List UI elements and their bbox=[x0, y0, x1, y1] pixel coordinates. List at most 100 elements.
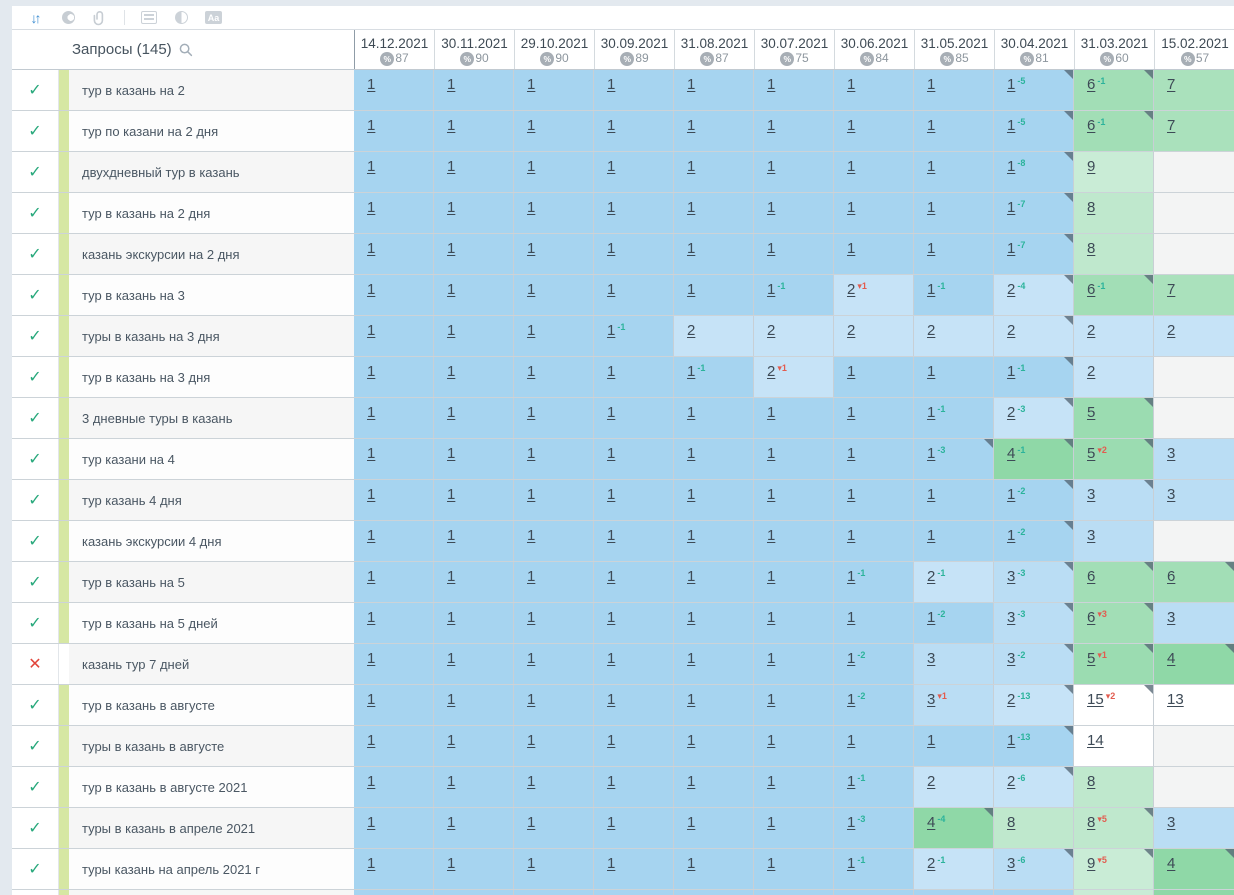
position-value[interactable]: 1 bbox=[687, 445, 695, 462]
position-cell[interactable]: 1 bbox=[514, 767, 594, 807]
position-value[interactable]: 4 bbox=[1167, 855, 1175, 872]
position-cell[interactable]: 1 bbox=[674, 275, 754, 315]
position-value[interactable]: 1 bbox=[527, 76, 535, 93]
position-cell[interactable]: 1 bbox=[354, 152, 434, 192]
position-value[interactable]: 1 bbox=[447, 199, 455, 216]
position-cell[interactable]: 3 bbox=[1154, 480, 1234, 520]
position-cell[interactable]: 1 bbox=[434, 439, 514, 479]
position-cell[interactable]: 2 bbox=[1074, 316, 1154, 356]
position-value[interactable]: 1 bbox=[527, 773, 535, 790]
query-label[interactable]: 3 дневные туры в казань bbox=[82, 411, 232, 426]
position-cell[interactable]: 1 bbox=[674, 234, 754, 274]
position-cell[interactable]: 1 bbox=[754, 152, 834, 192]
position-cell[interactable]: 1-2 bbox=[834, 685, 914, 725]
position-value[interactable]: 2 bbox=[927, 773, 935, 790]
position-cell[interactable]: 1-2 bbox=[834, 644, 914, 684]
position-value[interactable]: 3 bbox=[927, 691, 935, 708]
check-icon[interactable]: ✓ bbox=[12, 357, 59, 397]
position-value[interactable]: 3 bbox=[1007, 609, 1015, 626]
query-cell[interactable]: тур в казань на 5 дней bbox=[69, 603, 354, 643]
check-icon[interactable]: ✓ bbox=[12, 439, 59, 479]
position-value[interactable]: 1 bbox=[1007, 363, 1015, 380]
position-cell[interactable]: 2-6 bbox=[994, 767, 1074, 807]
position-value[interactable]: 1 bbox=[367, 568, 375, 585]
position-cell[interactable]: 1 bbox=[594, 439, 674, 479]
position-value[interactable]: 1 bbox=[447, 568, 455, 585]
position-value[interactable]: 1 bbox=[847, 691, 855, 708]
position-cell[interactable]: 1 bbox=[514, 275, 594, 315]
position-cell[interactable]: 1 bbox=[594, 275, 674, 315]
position-cell[interactable]: 2-4 bbox=[994, 275, 1074, 315]
position-value[interactable]: 1 bbox=[527, 322, 535, 339]
position-cell[interactable]: 8 bbox=[1074, 234, 1154, 274]
position-value[interactable]: 1 bbox=[447, 527, 455, 544]
position-value[interactable]: 2 bbox=[687, 322, 695, 339]
position-value[interactable]: 1 bbox=[847, 445, 855, 462]
position-cell[interactable]: 1 bbox=[674, 439, 754, 479]
position-value[interactable]: 1 bbox=[927, 363, 935, 380]
position-cell[interactable]: 1 bbox=[674, 767, 754, 807]
position-value[interactable]: 3 bbox=[1167, 486, 1175, 503]
position-cell[interactable]: 7 bbox=[1154, 70, 1234, 110]
position-value[interactable]: 1 bbox=[767, 281, 775, 298]
position-cell[interactable]: 1-1 bbox=[754, 275, 834, 315]
x-icon[interactable]: ✕ bbox=[12, 644, 59, 684]
position-cell[interactable]: 1 bbox=[434, 562, 514, 602]
position-cell[interactable]: 1 bbox=[514, 193, 594, 233]
position-value[interactable]: 3 bbox=[1007, 650, 1015, 667]
position-cell[interactable]: 1 bbox=[754, 480, 834, 520]
query-cell[interactable]: тур в казань на 2 bbox=[69, 70, 354, 110]
position-value[interactable]: 1 bbox=[687, 814, 695, 831]
position-cell[interactable]: 5▾2 bbox=[1074, 439, 1154, 479]
position-value[interactable]: 1 bbox=[447, 240, 455, 257]
position-value[interactable]: 1 bbox=[767, 814, 775, 831]
date-header[interactable]: 31.05.2021%85 bbox=[915, 30, 995, 69]
query-cell[interactable]: казань экскурсии 4 дня bbox=[69, 521, 354, 561]
position-value[interactable]: 1 bbox=[447, 445, 455, 462]
position-value[interactable]: 2 bbox=[847, 281, 855, 298]
sort-icon[interactable]: ↓↑ bbox=[28, 9, 44, 27]
position-value[interactable]: 1 bbox=[767, 650, 775, 667]
position-value[interactable]: 1 bbox=[767, 609, 775, 626]
position-cell[interactable]: 2 bbox=[754, 316, 834, 356]
position-value[interactable]: 2 bbox=[1007, 691, 1015, 708]
link-icon[interactable] bbox=[92, 9, 108, 27]
position-cell[interactable]: 1 bbox=[514, 808, 594, 848]
snippet-icon[interactable] bbox=[141, 9, 157, 27]
position-cell[interactable]: 1 bbox=[434, 275, 514, 315]
position-cell[interactable]: 1 bbox=[354, 398, 434, 438]
position-cell[interactable]: 1 bbox=[914, 357, 994, 397]
date-header[interactable]: 30.06.2021%84 bbox=[835, 30, 915, 69]
position-cell[interactable]: 1 bbox=[434, 726, 514, 766]
position-value[interactable]: 1 bbox=[927, 527, 935, 544]
position-value[interactable]: 1 bbox=[527, 609, 535, 626]
position-value[interactable]: 1 bbox=[687, 486, 695, 503]
position-cell[interactable]: 1-2 bbox=[994, 521, 1074, 561]
position-cell[interactable]: 1 bbox=[754, 70, 834, 110]
position-value[interactable]: 1 bbox=[607, 199, 615, 216]
position-cell[interactable]: 1 bbox=[674, 644, 754, 684]
position-value[interactable]: 2 bbox=[927, 322, 935, 339]
position-value[interactable]: 15 bbox=[1087, 691, 1104, 708]
position-value[interactable]: 1 bbox=[767, 76, 775, 93]
position-value[interactable]: 1 bbox=[447, 855, 455, 872]
query-label[interactable]: туры в казань в апреле 2021 bbox=[82, 821, 255, 836]
position-cell[interactable]: 1 bbox=[834, 439, 914, 479]
position-cell[interactable]: 3▾1 bbox=[914, 685, 994, 725]
position-value[interactable]: 1 bbox=[767, 855, 775, 872]
position-cell[interactable]: 1 bbox=[834, 726, 914, 766]
position-cell[interactable]: 1 bbox=[834, 193, 914, 233]
position-cell[interactable]: 1 bbox=[674, 808, 754, 848]
position-value[interactable]: 1 bbox=[687, 650, 695, 667]
position-value[interactable]: 8 bbox=[1087, 773, 1095, 790]
check-icon[interactable]: ✓ bbox=[12, 234, 59, 274]
position-value[interactable]: 1 bbox=[767, 732, 775, 749]
position-value[interactable]: 6 bbox=[1087, 117, 1095, 134]
position-cell[interactable]: 2 bbox=[1154, 316, 1234, 356]
position-cell[interactable]: 1-1 bbox=[834, 562, 914, 602]
position-value[interactable]: 1 bbox=[527, 158, 535, 175]
position-cell[interactable]: 1 bbox=[754, 439, 834, 479]
position-cell[interactable]: 1-7 bbox=[994, 193, 1074, 233]
position-cell[interactable]: 3 bbox=[1074, 480, 1154, 520]
position-value[interactable]: 1 bbox=[847, 814, 855, 831]
